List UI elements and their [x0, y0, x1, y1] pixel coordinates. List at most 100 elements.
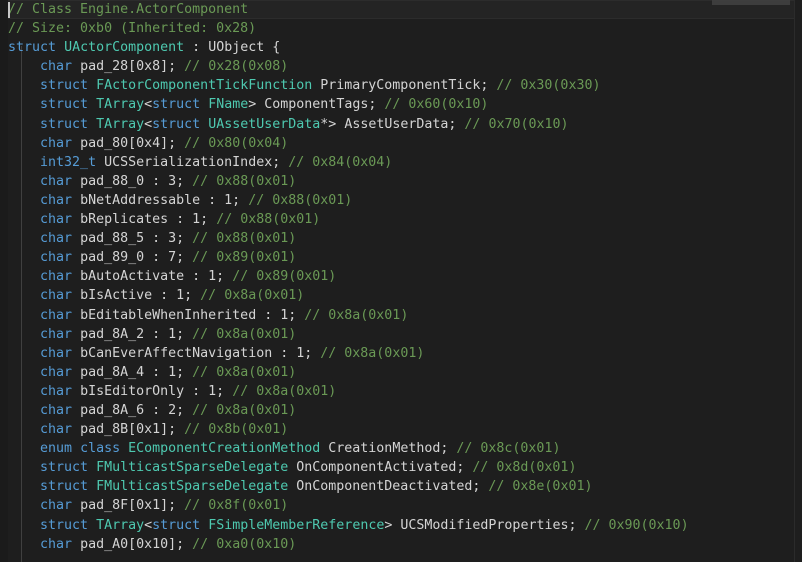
code-line[interactable]: char pad_8A_2 : 1; // 0x8a(0x01) — [0, 325, 802, 344]
code-token: : — [184, 40, 209, 56]
code-line[interactable]: // Size: 0xb0 (Inherited: 0x28) — [0, 19, 802, 38]
code-line[interactable]: int32_t UCSSerializationIndex; // 0x84(0… — [0, 153, 802, 172]
code-token: struct — [40, 479, 89, 495]
code-token: OnComponentActivated; — [288, 460, 465, 476]
code-token: // 0x80(0x04) — [184, 135, 289, 151]
code-token: char — [40, 231, 73, 247]
code-token: UObject — [208, 40, 265, 56]
code-line[interactable]: char pad_A0[0x10]; // 0xa0(0x10) — [0, 535, 802, 554]
code-token: UAssetUserData — [208, 116, 321, 132]
code-token: *> — [320, 116, 345, 132]
code-line[interactable]: char pad_89_0 : 7; // 0x89(0x01) — [0, 248, 802, 267]
horizontal-scrollbar-thumb[interactable] — [712, 0, 790, 5]
code-token: AssetUserData; — [344, 116, 457, 132]
code-content[interactable]: // Class Engine.ActorComponent// Size: 0… — [0, 0, 802, 554]
code-token: struct — [40, 97, 89, 113]
code-token: // 0x8a(0x01) — [232, 383, 337, 399]
code-line[interactable]: char bCanEverAffectNavigation : 1; // 0x… — [0, 344, 802, 363]
code-token: // 0x8a(0x01) — [320, 345, 425, 361]
code-token: // 0x88(0x01) — [192, 231, 297, 247]
code-token: char — [40, 288, 73, 304]
code-line[interactable]: char pad_8A_6 : 2; // 0x8a(0x01) — [0, 401, 802, 420]
code-token: pad_8A_6 : 2; — [80, 402, 185, 418]
code-line[interactable]: struct FActorComponentTickFunction Prima… — [0, 76, 802, 95]
code-line[interactable]: struct FMulticastSparseDelegate OnCompon… — [0, 458, 802, 477]
horizontal-scrollbar[interactable] — [0, 0, 802, 5]
code-line[interactable]: char bIsActive : 1; // 0x8a(0x01) — [0, 286, 802, 305]
code-line[interactable]: enum class EComponentCreationMethod Crea… — [0, 439, 802, 458]
code-line[interactable]: char pad_8A_4 : 1; // 0x8a(0x01) — [0, 363, 802, 382]
code-token: TArray — [96, 97, 145, 113]
code-line[interactable]: char bEditableWhenInherited : 1; // 0x8a… — [0, 306, 802, 325]
code-token: < — [144, 116, 153, 132]
code-token: // 0x70(0x10) — [464, 116, 569, 132]
code-token: UCSModifiedProperties; — [400, 517, 577, 533]
code-token: class — [80, 441, 121, 457]
code-line[interactable]: char pad_88_5 : 3; // 0x88(0x01) — [0, 229, 802, 248]
code-line[interactable]: char bIsEditorOnly : 1; // 0x8a(0x01) — [0, 382, 802, 401]
code-token: EComponentCreationMethod — [128, 441, 321, 457]
code-token: struct — [40, 460, 89, 476]
code-token: > — [384, 517, 401, 533]
code-token: > — [248, 97, 265, 113]
code-line[interactable]: struct TArray<struct FSimpleMemberRefere… — [0, 516, 802, 535]
code-line[interactable]: struct TArray<struct UAssetUserData*> As… — [0, 115, 802, 134]
code-token: TArray — [96, 116, 145, 132]
code-token: OnComponentDeactivated; — [288, 479, 481, 495]
code-line[interactable]: char bNetAddressable : 1; // 0x88(0x01) — [0, 191, 802, 210]
code-line[interactable]: char pad_28[0x8]; // 0x28(0x08) — [0, 57, 802, 76]
code-token: // 0x8a(0x01) — [192, 364, 297, 380]
code-token: FMulticastSparseDelegate — [96, 479, 289, 495]
code-token: // 0x8a(0x01) — [192, 402, 297, 418]
code-line[interactable]: char pad_8B[0x1]; // 0x8b(0x01) — [0, 420, 802, 439]
code-line[interactable]: char pad_88_0 : 3; // 0x88(0x01) — [0, 172, 802, 191]
code-line[interactable]: struct FMulticastSparseDelegate OnCompon… — [0, 477, 802, 496]
code-token: char — [40, 250, 73, 266]
code-line[interactable]: char bAutoActivate : 1; // 0x89(0x01) — [0, 267, 802, 286]
code-line[interactable]: struct UActorComponent : UObject { — [0, 38, 802, 57]
code-editor[interactable]: // Class Engine.ActorComponent// Size: 0… — [0, 0, 802, 562]
code-token: struct — [40, 517, 89, 533]
code-line[interactable]: char bReplicates : 1; // 0x88(0x01) — [0, 210, 802, 229]
code-line[interactable]: char pad_80[0x4]; // 0x80(0x04) — [0, 134, 802, 153]
code-token: bReplicates : 1; — [80, 212, 209, 228]
code-token: char — [40, 326, 73, 342]
code-token: pad_88_5 : 3; — [80, 231, 185, 247]
code-token: // 0x90(0x10) — [584, 517, 689, 533]
code-token: FMulticastSparseDelegate — [96, 460, 289, 476]
code-token: enum — [40, 441, 73, 457]
code-token: // 0x8d(0x01) — [472, 460, 577, 476]
code-token: char — [40, 269, 73, 285]
code-line[interactable]: char pad_8F[0x1]; // 0x8f(0x01) — [0, 496, 802, 515]
code-line[interactable]: struct TArray<struct FName> ComponentTag… — [0, 95, 802, 114]
